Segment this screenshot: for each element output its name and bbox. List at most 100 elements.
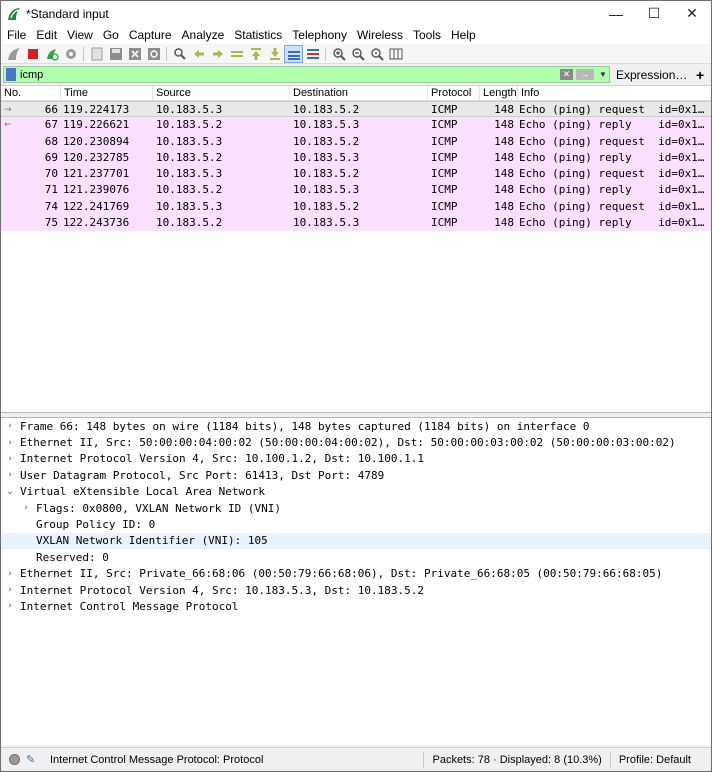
column-header-time[interactable]: Time [61,86,153,100]
zoom-in-icon[interactable] [329,45,348,63]
detail-tree-item[interactable]: › User Datagram Protocol, Src Port: 61413… [1,467,711,483]
detail-tree-item[interactable]: Group Policy ID: 0 [1,516,711,532]
resize-columns-icon[interactable] [386,45,405,63]
stop-icon[interactable] [23,45,42,63]
collapsed-caret-icon[interactable]: › [3,470,17,480]
detail-tree-item[interactable]: › Frame 66: 148 bytes on wire (1184 bits)… [1,418,711,434]
expanded-caret-icon[interactable]: ⌄ [3,487,17,497]
table-row[interactable]: 68 120.230894 10.183.5.3 10.183.5.2 ICMP 148 E… [1,133,711,150]
display-filter-input[interactable]: icmp ✕ → ▼ [3,66,610,83]
collapsed-caret-icon[interactable]: › [3,454,17,464]
restart-icon[interactable] [42,45,61,63]
find-packet-icon[interactable] [170,45,189,63]
close-button[interactable]: ✕ [673,1,711,26]
expert-info-icon[interactable] [9,754,20,765]
menu-edit[interactable]: Edit [31,26,62,44]
bookmark-icon[interactable] [6,68,16,81]
title-bar: *Standard input — ☐ ✕ [1,1,711,26]
collapsed-caret-icon[interactable]: › [3,585,17,595]
detail-tree-item[interactable]: › Internet Protocol Version 4, Src: 10.10… [1,451,711,467]
expression-button[interactable]: Expression… [616,68,688,82]
zoom-normal-icon[interactable] [367,45,386,63]
packet-destination-text: 10.183.5.3 [293,118,360,132]
close-icon: ✕ [686,5,698,21]
column-header-source[interactable]: Source [153,86,290,100]
column-header-destination[interactable]: Destination [290,86,428,100]
shark-fin-icon[interactable] [4,45,23,63]
profile-selector[interactable]: Profile: Default [619,754,691,766]
apply-filter-icon[interactable]: → [576,69,594,80]
column-header-no[interactable]: No. [1,86,61,100]
collapsed-caret-icon[interactable]: › [19,503,33,513]
menu-view[interactable]: View [62,26,98,44]
column-header-protocol[interactable]: Protocol [428,86,480,100]
add-filter-button[interactable]: + [696,67,704,83]
collapsed-caret-icon[interactable]: › [3,438,17,448]
table-row[interactable]: 74 122.241769 10.183.5.3 10.183.5.2 ICMP 148 E… [1,198,711,216]
minimize-button[interactable]: — [597,1,635,26]
capture-options-icon[interactable] [61,45,80,63]
table-row[interactable]: → 66 119.224173 10.183.5.3 10.183.5.2 ICMP 148… [1,101,711,118]
packet-time-text: 122.241769 [63,199,130,213]
packet-info-text: Echo (ping) request id=0x1… [519,199,705,213]
detail-tree-item[interactable]: › Flags: 0x0800, VXLAN Network ID (VNI) [1,500,711,516]
zoom-out-icon[interactable] [348,45,367,63]
clear-filter-icon[interactable]: ✕ [560,69,573,80]
menu-file[interactable]: File [1,26,31,44]
status-bar: ✎ Internet Control Message Protocol: Pro… [1,747,711,771]
menu-tools[interactable]: Tools [408,26,446,44]
go-last-icon[interactable] [265,45,284,63]
table-row[interactable]: ← 67 119.226621 10.183.5.2 10.183.5.3 ICMP 148… [1,117,711,134]
collapsed-caret-icon[interactable]: › [3,601,17,611]
save-file-icon[interactable] [106,45,125,63]
detail-tree-label: Group Policy ID: 0 [36,518,156,532]
column-header-length[interactable]: Length [480,86,518,100]
reload-icon[interactable] [144,45,163,63]
packet-protocol-text: ICMP [431,199,458,213]
autoscroll-icon[interactable] [284,44,303,63]
collapsed-caret-icon[interactable]: › [3,421,17,431]
table-row[interactable]: 70 121.237701 10.183.5.3 10.183.5.2 ICMP 148 E… [1,166,711,183]
close-file-icon[interactable] [125,45,144,63]
detail-tree-item[interactable]: VXLAN Network Identifier (VNI): 105 [1,532,711,550]
packet-length-text: 148 [494,150,514,164]
menu-wireless[interactable]: Wireless [352,26,408,44]
table-row[interactable]: 69 120.232785 10.183.5.2 10.183.5.3 ICMP 148 E… [1,149,711,167]
menu-analyze[interactable]: Analyze [177,26,230,44]
colorize-icon[interactable] [303,45,322,63]
packet-number: ← 67 [1,117,61,133]
detail-tree-item[interactable]: › Ethernet II, Src: 50:00:00:04:00:02 (50… [1,434,711,450]
detail-tree-item[interactable]: Reserved: 0 [1,549,711,565]
packet-length: 148 [480,117,518,133]
toolbar-separator [83,46,84,61]
detail-tree-label: Internet Protocol Version 4, Src: 10.183… [20,583,424,597]
table-row[interactable]: 75 122.243736 10.183.5.2 10.183.5.3 ICMP 148 E… [1,215,711,232]
edit-comment-icon[interactable]: ✎ [26,753,40,766]
detail-tree-item[interactable]: ⌄ Virtual eXtensible Local Area Network [1,484,711,500]
column-header-info[interactable]: Info [518,86,711,100]
collapsed-caret-icon[interactable]: › [3,569,17,579]
go-forward-icon[interactable] [208,45,227,63]
packet-number: 70 [1,166,61,182]
menu-go[interactable]: Go [98,26,124,44]
go-back-icon[interactable] [189,45,208,63]
menu-statistics[interactable]: Statistics [229,26,287,44]
detail-tree-item[interactable]: › Internet Protocol Version 4, Src: 10.18… [1,582,711,598]
maximize-button[interactable]: ☐ [635,1,673,26]
open-file-icon[interactable] [87,45,106,63]
menu-help[interactable]: Help [446,26,481,44]
detail-tree-item[interactable]: › Internet Control Message Protocol [1,598,711,614]
menu-capture[interactable]: Capture [124,26,177,44]
packet-info-text: Echo (ping) request id=0x1… [519,167,705,181]
status-message: Internet Control Message Protocol: Proto… [50,753,264,766]
filter-history-dropdown-icon[interactable]: ▼ [597,70,609,79]
filter-value[interactable]: icmp [20,69,560,81]
detail-tree-label: Ethernet II, Src: Private_66:68:06 (00:5… [20,567,663,581]
packet-source: 10.183.5.3 [153,102,290,116]
go-first-icon[interactable] [246,45,265,63]
packet-source: 10.183.5.2 [153,117,290,133]
detail-tree-item[interactable]: › Ethernet II, Src: Private_66:68:06 (00:… [1,566,711,582]
menu-telephony[interactable]: Telephony [287,26,352,44]
go-to-packet-icon[interactable] [227,45,246,63]
table-row[interactable]: 71 121.239076 10.183.5.2 10.183.5.3 ICMP 148 E… [1,182,711,199]
